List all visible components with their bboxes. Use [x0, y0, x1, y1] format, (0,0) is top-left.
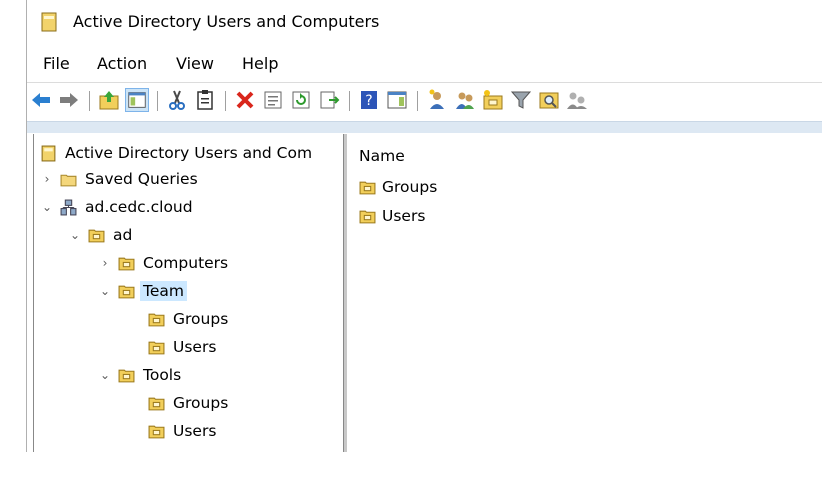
toolbar-separator: [157, 91, 158, 111]
list-item-label: Users: [382, 207, 426, 225]
tree-node-label: ad.cedc.cloud: [85, 198, 193, 216]
tree-node-label: Tools: [143, 366, 182, 384]
menu-divider: [27, 82, 822, 83]
filter-icon[interactable]: [509, 88, 533, 112]
tree-node-ou-tools-groups[interactable]: Groups: [148, 390, 228, 416]
menu-view[interactable]: View: [176, 54, 214, 73]
refresh-icon[interactable]: [289, 88, 313, 112]
help-icon[interactable]: ?: [357, 88, 381, 112]
toolbar-separator: [225, 91, 226, 111]
tree-node-label: Saved Queries: [85, 170, 198, 188]
tree-node-ou-team[interactable]: ⌄ Team: [98, 278, 187, 304]
domain-icon: [60, 199, 77, 215]
clipboard-icon[interactable]: [193, 88, 217, 112]
cut-icon[interactable]: [165, 88, 189, 112]
list-item-label: Groups: [382, 178, 438, 196]
tree-node-domain[interactable]: ⌄ ad.cedc.cloud: [40, 194, 193, 220]
ou-icon: [88, 229, 105, 242]
ou-icon: [148, 341, 165, 354]
ou-icon: [118, 369, 135, 382]
delete-icon[interactable]: [233, 88, 257, 112]
tree-node-label: Groups: [173, 310, 229, 328]
tree-node-label: Team: [140, 281, 187, 301]
tree-node-saved-queries[interactable]: › Saved Queries: [40, 166, 198, 192]
menu-help[interactable]: Help: [242, 54, 278, 73]
tree-node-label: Groups: [173, 394, 229, 412]
menu-file[interactable]: File: [43, 54, 70, 73]
tree-node-label: Computers: [143, 254, 229, 272]
mmc-window: Active Directory Users and Computers Fil…: [26, 0, 822, 452]
tree-node-label: ad: [113, 226, 133, 244]
delegate-icon[interactable]: [565, 88, 589, 112]
console-root-icon: [41, 145, 56, 161]
menu-bar: File Action View Help: [27, 50, 822, 78]
tree-node-label: Active Directory Users and Com: [65, 144, 313, 162]
console-root-icon: [41, 12, 57, 32]
tree-node-ou-team-groups[interactable]: Groups: [148, 306, 228, 332]
chevron-down-icon[interactable]: ⌄: [98, 284, 112, 298]
new-group-icon[interactable]: [453, 88, 477, 112]
console-tree: Active Directory Users and Com › Saved Q…: [33, 134, 344, 452]
tree-node-ou-tools-users[interactable]: Users: [148, 418, 216, 444]
column-header-name[interactable]: Name: [359, 147, 405, 165]
toolbar: ?: [27, 84, 822, 118]
forward-arrow-icon[interactable]: [57, 88, 81, 112]
find-icon[interactable]: [537, 88, 561, 112]
action-pane-icon[interactable]: [385, 88, 409, 112]
tree-node-ou-tools[interactable]: ⌄ Tools: [98, 362, 181, 388]
ou-icon: [148, 313, 165, 326]
folder-icon: [60, 174, 77, 186]
tree-node-label: Users: [173, 338, 217, 356]
svg-text:?: ?: [365, 93, 372, 109]
ou-icon: [118, 257, 135, 270]
new-ou-icon[interactable]: [481, 88, 505, 112]
chevron-right-icon[interactable]: ›: [40, 172, 54, 186]
chevron-down-icon[interactable]: ⌄: [40, 200, 54, 214]
export-list-icon[interactable]: [317, 88, 341, 112]
window-title: Active Directory Users and Computers: [73, 12, 380, 31]
title-bar: Active Directory Users and Computers: [27, 0, 822, 44]
toolbar-separator: [417, 91, 418, 111]
tree-node-ou-computers[interactable]: › Computers: [98, 250, 229, 276]
tree-node-ou-team-users[interactable]: Users: [148, 334, 216, 360]
ou-icon: [148, 425, 165, 438]
up-folder-icon[interactable]: [97, 88, 121, 112]
show-console-tree-icon[interactable]: [125, 88, 149, 112]
new-user-icon[interactable]: [425, 88, 449, 112]
back-arrow-icon[interactable]: [29, 88, 53, 112]
list-item-groups[interactable]: Groups: [359, 178, 437, 196]
ou-icon: [118, 285, 135, 298]
tree-node-root[interactable]: Active Directory Users and Com: [40, 140, 312, 166]
menu-action[interactable]: Action: [97, 54, 147, 73]
list-item-users[interactable]: Users: [359, 207, 425, 225]
tree-node-label: Users: [173, 422, 217, 440]
ou-icon: [359, 181, 376, 194]
pane-header-strip: [27, 121, 822, 133]
ou-icon: [359, 210, 376, 223]
chevron-down-icon[interactable]: ⌄: [98, 368, 112, 382]
ou-icon: [148, 397, 165, 410]
tree-node-ou-ad[interactable]: ⌄ ad: [68, 222, 132, 248]
results-pane: Name Groups Users: [347, 134, 822, 452]
toolbar-separator: [349, 91, 350, 111]
properties-icon[interactable]: [261, 88, 285, 112]
toolbar-separator: [89, 91, 90, 111]
chevron-right-icon[interactable]: ›: [98, 256, 112, 270]
chevron-down-icon[interactable]: ⌄: [68, 228, 82, 242]
